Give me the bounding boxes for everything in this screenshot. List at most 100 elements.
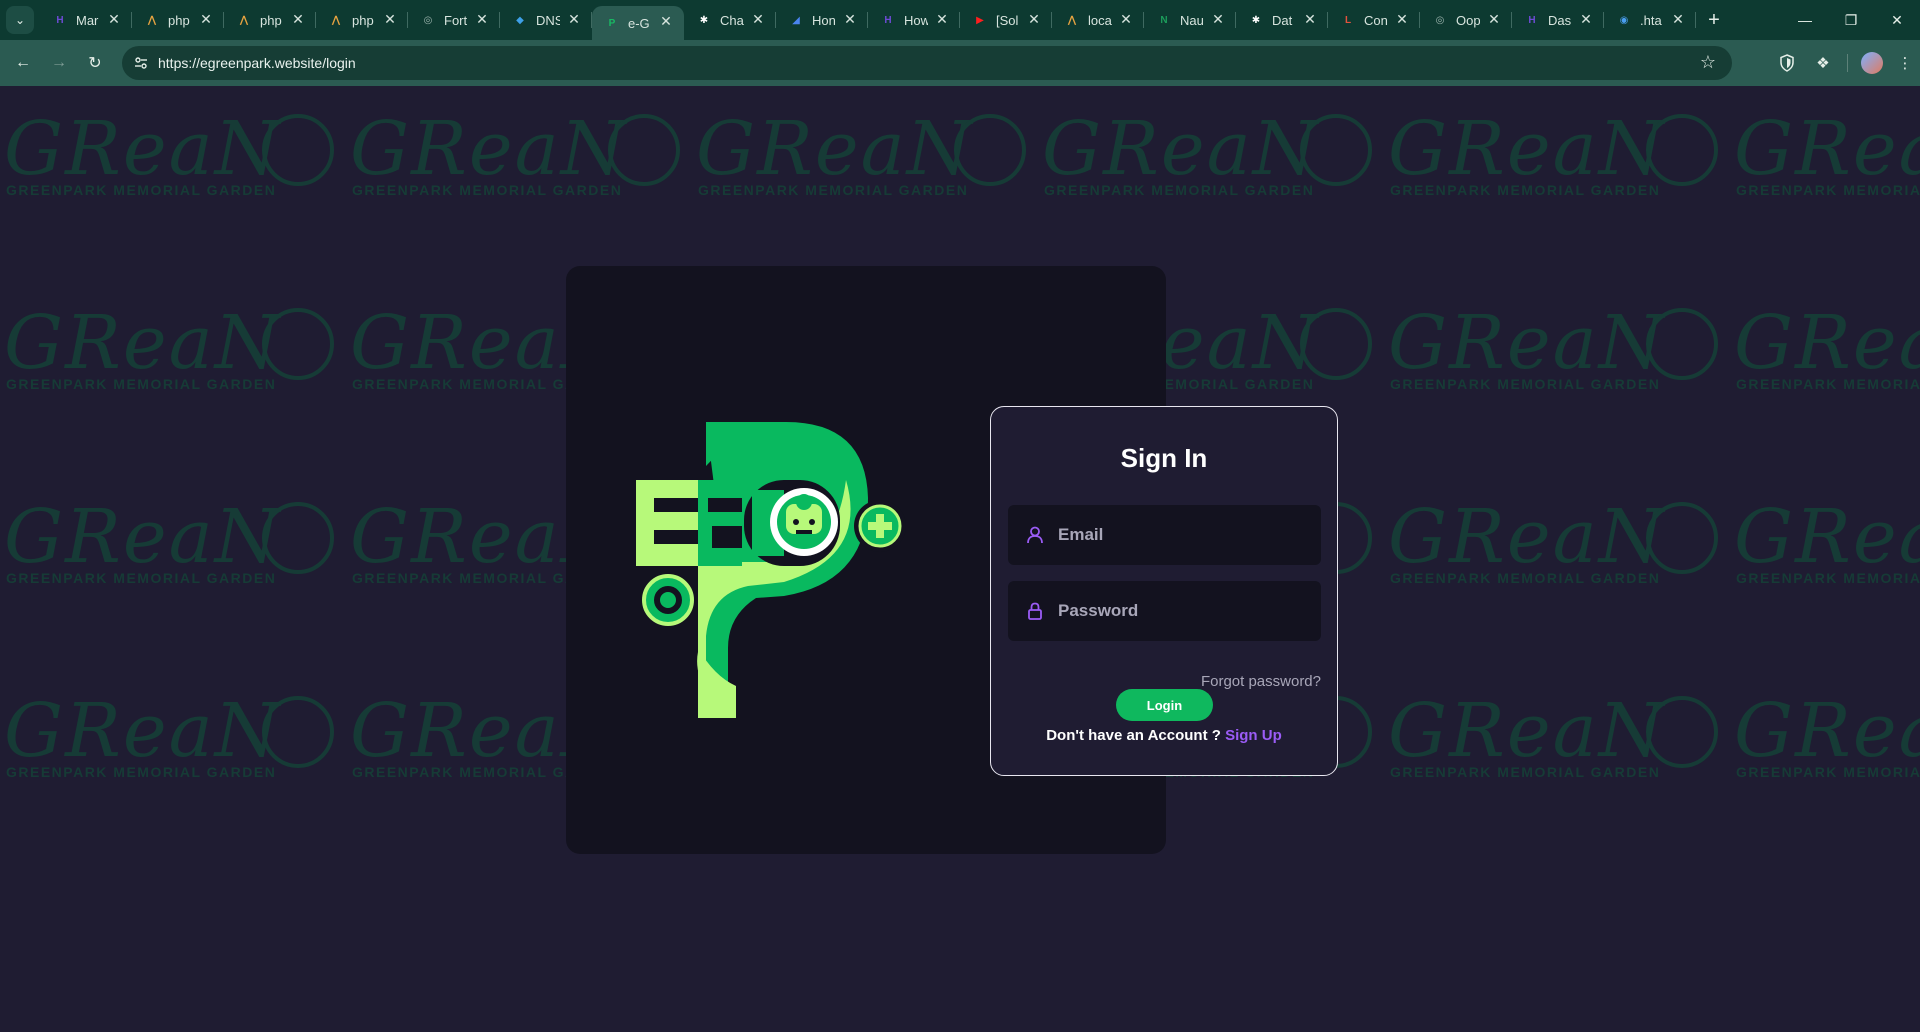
tab-close-icon[interactable]: ✕ xyxy=(198,11,214,27)
watermark-emblem xyxy=(1300,114,1372,186)
watermark-tagline: GREENPARK MEMORIAL GARDEN xyxy=(1390,376,1661,392)
forward-button[interactable]: → xyxy=(42,46,76,80)
address-bar[interactable]: https://egreenpark.website/login ☆ xyxy=(122,46,1732,80)
email-field[interactable] xyxy=(1008,505,1321,565)
browser-tab[interactable]: H How ✕ xyxy=(868,0,960,40)
watermark-tagline: GREENPARK MEMORIAL GARDEN xyxy=(352,182,623,198)
watermark-tagline: GREENPARK MEMORIAL GARDEN xyxy=(6,764,277,780)
watermark-logo: GReaNGREENPARK MEMORIAL GARDEN xyxy=(0,494,346,604)
tab-close-icon[interactable]: ✕ xyxy=(1026,11,1042,27)
browser-tab[interactable]: ◎ Oop ✕ xyxy=(1420,0,1512,40)
tab-close-icon[interactable]: ✕ xyxy=(290,11,306,27)
tab-label: loca xyxy=(1088,12,1112,28)
watermark-script: GReaN xyxy=(1734,300,1920,386)
tab-close-icon[interactable]: ✕ xyxy=(1578,11,1594,27)
email-input[interactable] xyxy=(1058,525,1298,545)
tab-favicon-icon: ✱ xyxy=(699,14,709,26)
browser-tab[interactable]: ⋀ php ✕ xyxy=(224,0,316,40)
browser-tab[interactable]: L Con ✕ xyxy=(1328,0,1420,40)
minimize-button[interactable]: — xyxy=(1782,0,1828,40)
watermark-tagline: GREENPARK MEMORIAL GARDEN xyxy=(1736,376,1920,392)
watermark-emblem xyxy=(262,696,334,768)
forgot-password-link[interactable]: Forgot password? xyxy=(1201,673,1321,690)
tab-close-icon[interactable]: ✕ xyxy=(1302,11,1318,27)
watermark-tagline: GREENPARK MEMORIAL GARDEN xyxy=(698,182,969,198)
password-field[interactable] xyxy=(1008,581,1321,641)
watermark-script: GReaN xyxy=(1042,106,1320,192)
browser-tab[interactable]: H Das ✕ xyxy=(1512,0,1604,40)
tab-close-icon[interactable]: ✕ xyxy=(382,11,398,27)
tab-favicon-icon: H xyxy=(884,14,892,26)
tab-close-icon[interactable]: ✕ xyxy=(1118,11,1134,27)
tab-close-icon[interactable]: ✕ xyxy=(1394,11,1410,27)
browser-tab[interactable]: ⋀ loca ✕ xyxy=(1052,0,1144,40)
browser-tab[interactable]: Pe-G ✕ xyxy=(592,6,684,40)
close-window-button[interactable]: ✕ xyxy=(1874,0,1920,40)
browser-tab[interactable]: ⋀ php ✕ xyxy=(316,0,408,40)
password-input[interactable] xyxy=(1058,601,1298,621)
tab-close-icon[interactable]: ✕ xyxy=(1210,11,1226,27)
extensions-button[interactable]: ❖ xyxy=(1805,46,1841,80)
browser-tab[interactable]: ▶ [Sol ✕ xyxy=(960,0,1052,40)
tab-favicon-icon: ◢ xyxy=(792,14,800,26)
browser-tab[interactable]: N Nau ✕ xyxy=(1144,0,1236,40)
browser-tab[interactable]: H Mar ✕ xyxy=(40,0,132,40)
browser-tab[interactable]: ◢ Hon ✕ xyxy=(776,0,868,40)
watermark-logo: GReaNGREENPARK MEMORIAL GARDEN xyxy=(0,106,346,216)
watermark-logo: GReaNGREENPARK MEMORIAL GARDEN xyxy=(346,106,692,216)
star-icon[interactable]: ☆ xyxy=(1700,52,1716,73)
signup-prompt: Don't have an Account ? Sign Up xyxy=(991,727,1337,744)
tab-search-button[interactable]: ⌄ xyxy=(6,6,34,34)
browser-tab[interactable]: ◆ DNS ✕ xyxy=(500,0,592,40)
tab-close-icon[interactable]: ✕ xyxy=(106,11,122,27)
extensions-icon: ❖ xyxy=(1816,55,1830,72)
tab-label: Con xyxy=(1364,12,1388,28)
egreenpark-logo xyxy=(636,422,906,718)
tab-label: e-G xyxy=(628,15,650,31)
tab-close-icon[interactable]: ✕ xyxy=(474,11,490,27)
browser-tab[interactable]: ◎ Fort ✕ xyxy=(408,0,500,40)
watermark-script: GReaN xyxy=(4,106,282,192)
url-text[interactable]: https://egreenpark.website/login xyxy=(158,55,356,71)
browser-tab[interactable]: ✱ Cha ✕ xyxy=(684,0,776,40)
browser-tab[interactable]: ◉ .hta ✕ xyxy=(1604,0,1696,40)
profile-button[interactable] xyxy=(1854,46,1890,80)
browser-tab[interactable]: ⋀ php ✕ xyxy=(132,0,224,40)
watermark-logo: GReaNGREENPARK MEMORIAL GARDEN xyxy=(0,300,346,410)
watermark-script: GReaN xyxy=(1388,494,1666,580)
tab-favicon-icon: P xyxy=(608,17,616,29)
user-icon xyxy=(1024,524,1046,546)
watermark-emblem xyxy=(262,308,334,380)
login-button[interactable]: Login xyxy=(1116,689,1213,721)
watermark-tagline: GREENPARK MEMORIAL GARDEN xyxy=(6,376,277,392)
tab-close-icon[interactable]: ✕ xyxy=(1486,11,1502,27)
site-info-button[interactable] xyxy=(128,50,154,76)
tab-label: Hon xyxy=(812,12,836,28)
forward-icon: → xyxy=(51,54,67,71)
tab-close-icon[interactable]: ✕ xyxy=(934,11,950,27)
restore-button[interactable]: ❐ xyxy=(1828,0,1874,40)
tab-favicon-icon: ✱ xyxy=(1251,14,1261,26)
tab-close-icon[interactable]: ✕ xyxy=(566,11,582,27)
back-button[interactable]: ← xyxy=(6,46,40,80)
tab-close-icon[interactable]: ✕ xyxy=(842,11,858,27)
watermark-tagline: GREENPARK MEMORIAL GARDEN xyxy=(6,570,277,586)
tab-close-icon[interactable]: ✕ xyxy=(1670,11,1686,27)
tab-favicon-icon: ⋀ xyxy=(147,14,157,26)
browser-menu-button[interactable]: ⋮ xyxy=(1890,46,1920,80)
reload-button[interactable]: ↻ xyxy=(78,46,112,80)
browser-tab[interactable]: ✱ Dat ✕ xyxy=(1236,0,1328,40)
watermark-tagline: GREENPARK MEMORIAL GARDEN xyxy=(1044,182,1315,198)
no-account-text: Don't have an Account ? xyxy=(1046,727,1221,744)
sign-up-link[interactable]: Sign Up xyxy=(1225,727,1282,744)
watermark-logo: GReaNGREENPARK MEMORIAL GARDEN xyxy=(692,106,1038,216)
new-tab-button[interactable]: + xyxy=(1700,6,1728,34)
tab-close-icon[interactable]: ✕ xyxy=(750,11,766,27)
tab-close-icon[interactable]: ✕ xyxy=(658,13,674,29)
toolbar-actions: ❖ ⋮ xyxy=(1769,46,1920,80)
watermark-logo: GReaNGREENPARK MEMORIAL GARDEN xyxy=(1384,300,1730,410)
shield-extension-button[interactable] xyxy=(1769,46,1805,80)
chevron-down-icon: ⌄ xyxy=(14,13,26,27)
tab-label: [Sol xyxy=(996,12,1019,28)
tab-label: Das xyxy=(1548,12,1572,28)
